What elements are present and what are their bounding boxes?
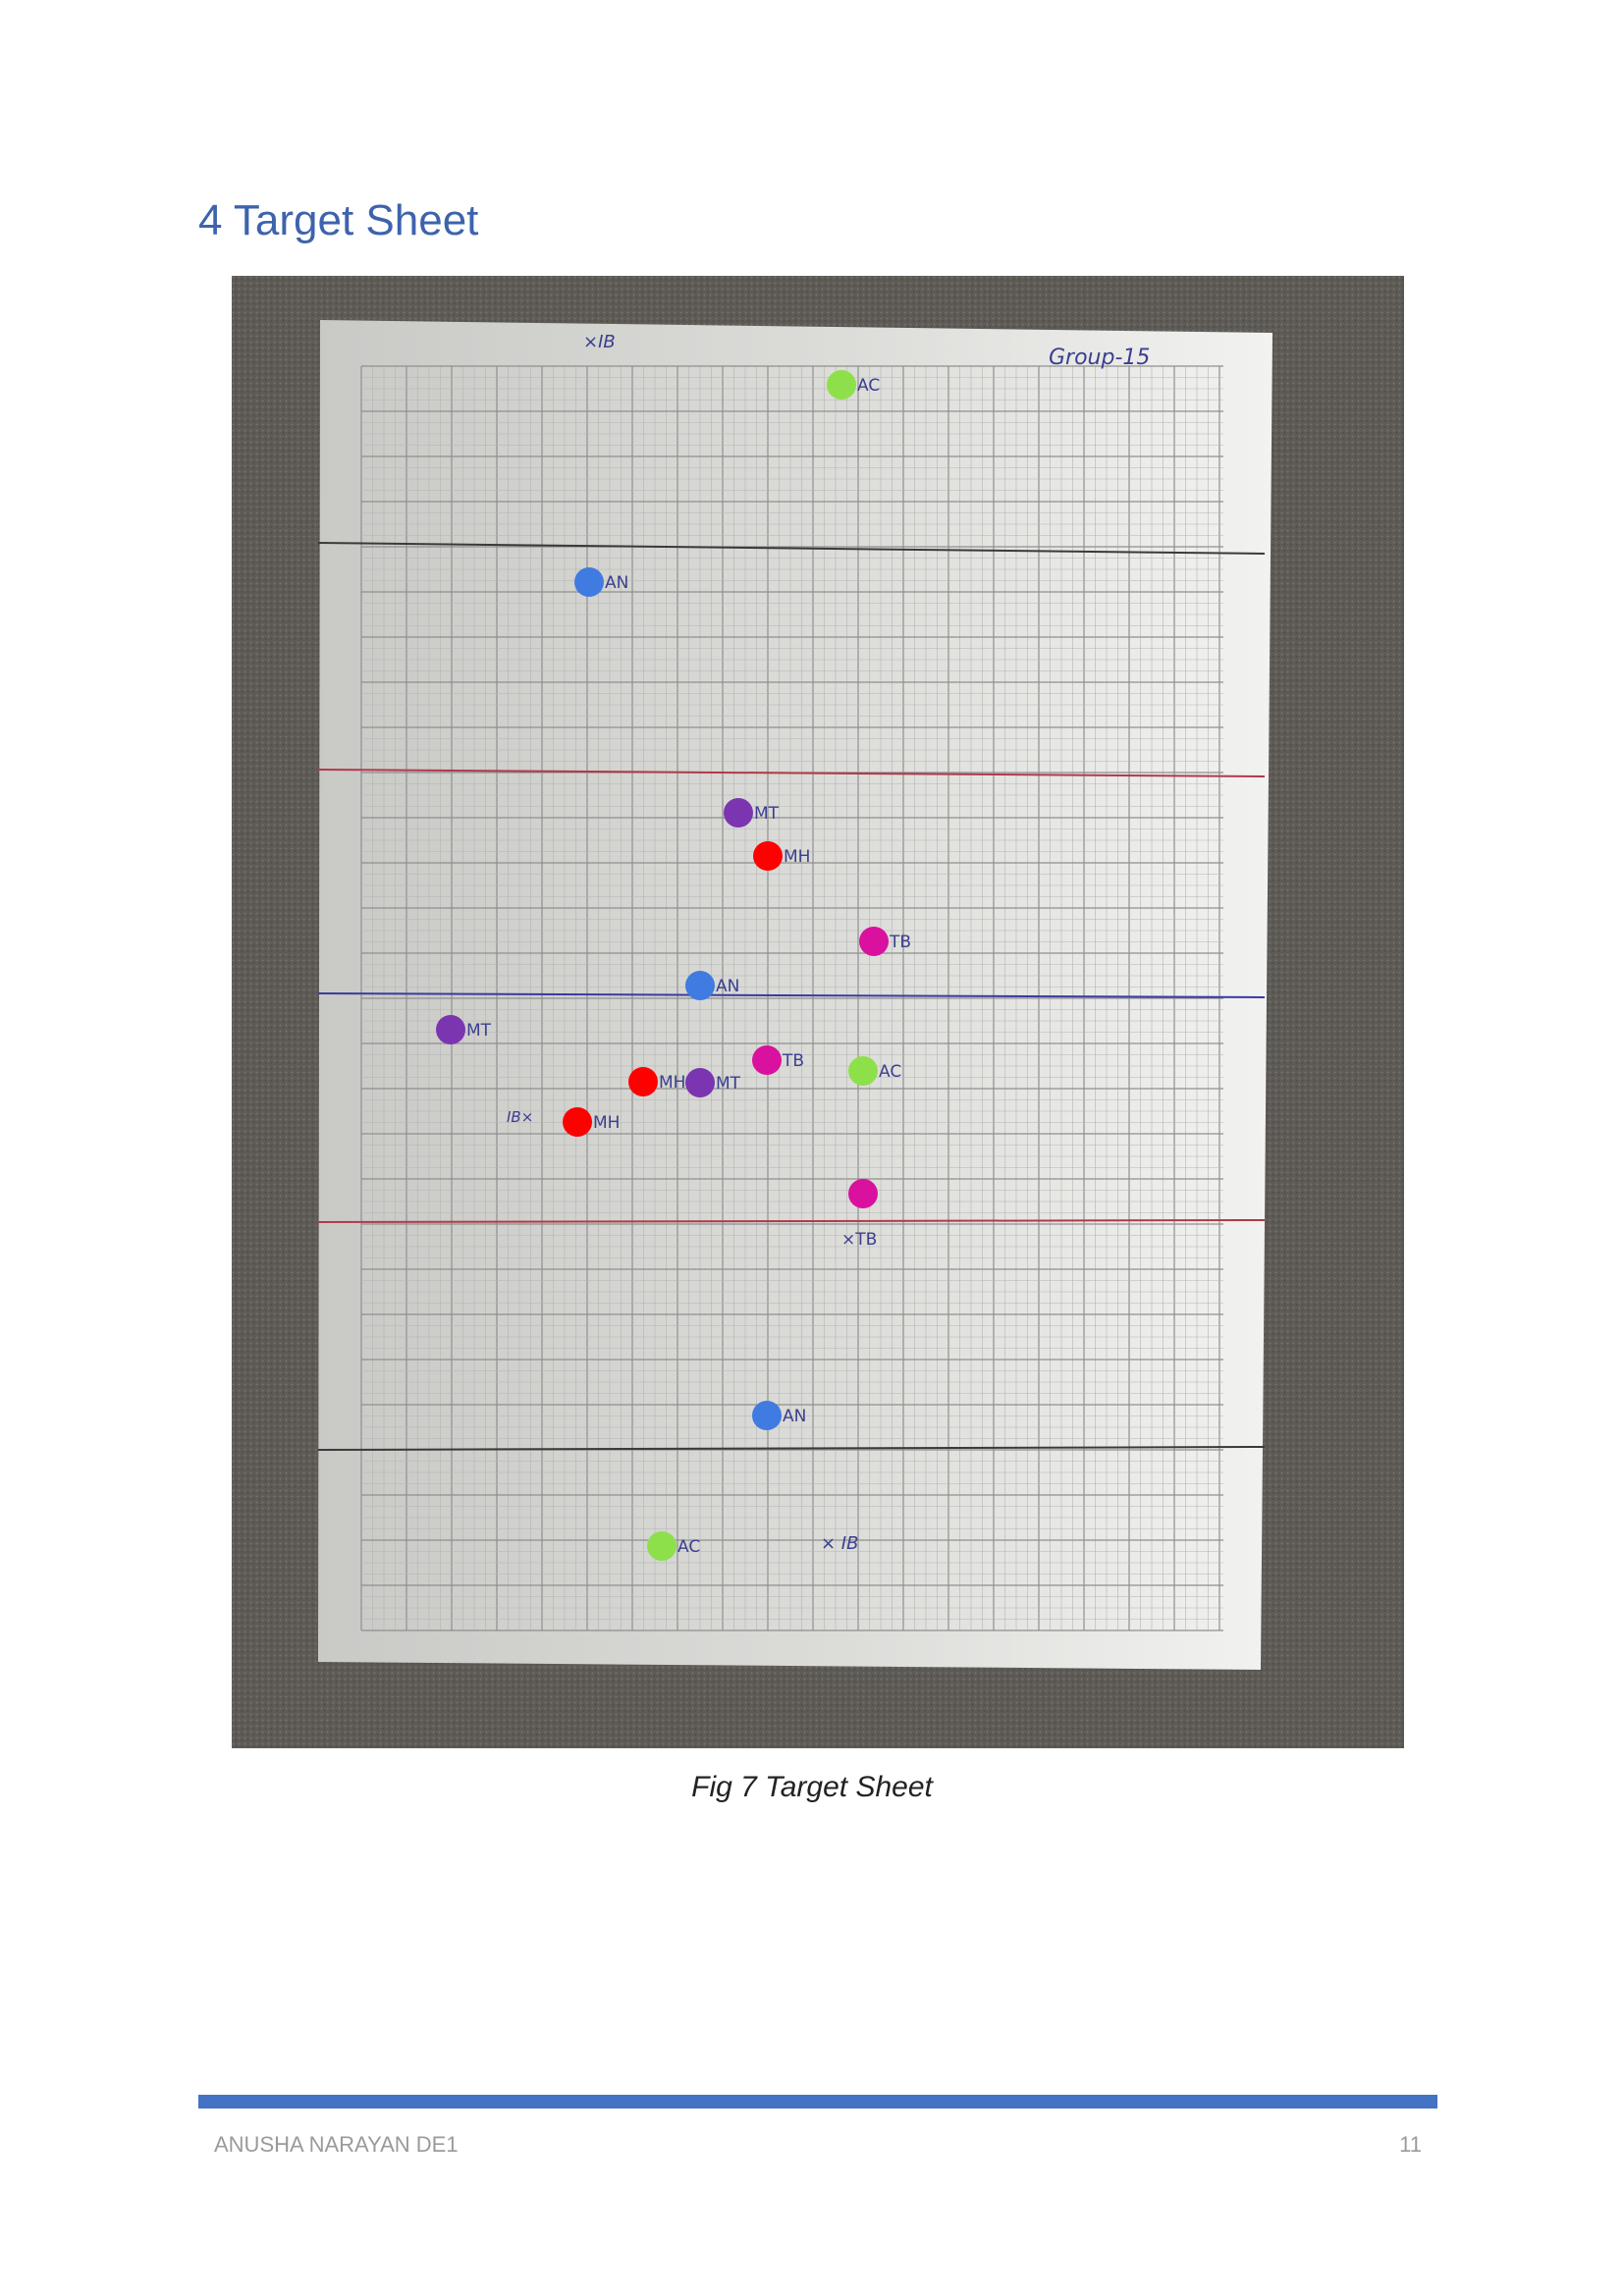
shot-label: AC <box>677 1537 700 1557</box>
shot-label: AN <box>605 573 628 593</box>
target-sheet-photo: Group-15 ×IB × IB IB× AC AN MT MH TB AN MT TB AC… <box>232 276 1404 1748</box>
target-sheet-graphic: Group-15 ×IB × IB IB× AC AN MT MH TB AN MT TB AC… <box>232 276 1404 1748</box>
shot-dot-an <box>685 971 715 1000</box>
shot-dot-mt <box>685 1068 715 1097</box>
shot-label: ×TB <box>841 1230 877 1250</box>
shot-label: MT <box>754 804 780 824</box>
shot-dot-mt <box>436 1015 465 1044</box>
shot-dot-tb <box>848 1179 878 1208</box>
section-heading: 4 Target Sheet <box>198 196 479 244</box>
shot-dot-mh <box>563 1107 592 1137</box>
bottom-ib-mark: × IB <box>821 1533 858 1554</box>
shot-label: MH <box>593 1113 620 1133</box>
top-ib-mark: ×IB <box>583 332 616 352</box>
shot-label: AC <box>857 376 880 396</box>
shot-label: MT <box>716 1074 741 1094</box>
group-label: Group-15 <box>1049 346 1150 370</box>
shot-dot-mt <box>724 798 753 828</box>
shot-label: AC <box>879 1062 901 1082</box>
footer-rule <box>198 2095 1437 2109</box>
shot-dot-mh <box>753 841 783 871</box>
figure-caption: Fig 7 Target Sheet <box>691 1771 933 1803</box>
footer-author: ANUSHA NARAYAN DE1 <box>214 2132 459 2157</box>
shot-dot-ac <box>827 370 856 400</box>
shot-dot-mh <box>628 1067 658 1096</box>
shot-label: MT <box>466 1021 492 1041</box>
shot-dot-tb <box>859 927 889 956</box>
shot-dot-an <box>574 567 604 597</box>
shot-label: TB <box>782 1051 804 1071</box>
shot-dot-tb <box>752 1045 782 1075</box>
shot-label: MH <box>659 1073 685 1093</box>
shot-label: TB <box>889 933 911 952</box>
shot-label: MH <box>784 847 810 867</box>
left-ib-mark: IB× <box>507 1108 533 1126</box>
page-number: 11 <box>1399 2132 1422 2157</box>
shot-dot-ac <box>647 1531 677 1561</box>
shot-dot-an <box>752 1401 782 1430</box>
shot-label: AN <box>716 977 739 996</box>
shot-label: AN <box>783 1407 806 1426</box>
shot-dot-ac <box>848 1056 878 1086</box>
